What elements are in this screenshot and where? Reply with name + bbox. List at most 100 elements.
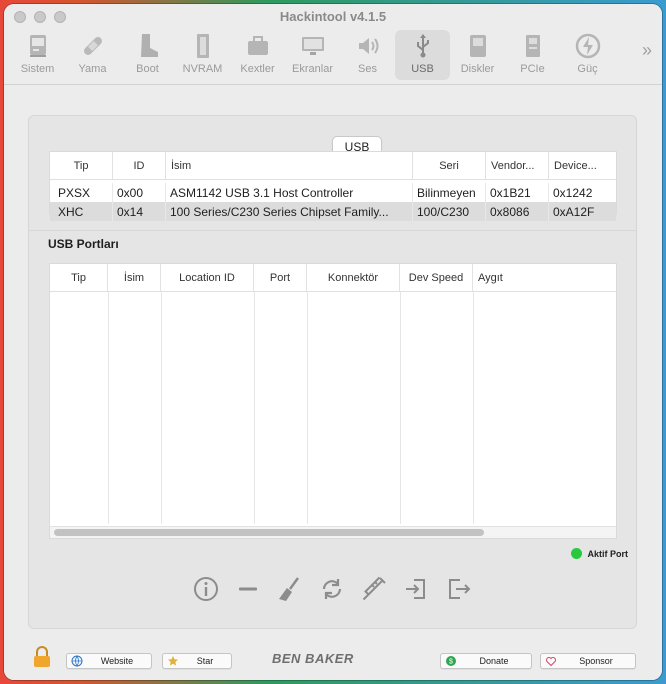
power-bolt-icon	[575, 33, 600, 59]
toolbox-icon	[247, 36, 268, 55]
column-separator	[108, 292, 109, 524]
globe-icon	[71, 655, 83, 667]
tab-yama[interactable]: Yama	[65, 30, 120, 80]
tab-label: Sistem	[20, 63, 55, 75]
tab-label: Ses	[358, 63, 377, 75]
tab-nvram[interactable]: NVRAM	[175, 30, 230, 80]
donate-button[interactable]: $ Donate	[440, 653, 532, 669]
column-header-tip[interactable]: Tip	[50, 152, 113, 179]
column-header-id[interactable]: ID	[113, 152, 166, 179]
section-divider	[28, 230, 636, 231]
cell-seri: 100/C230	[413, 202, 486, 221]
cell-tip: PXSX	[50, 183, 113, 202]
cell-seri: Bilinmeyen	[413, 183, 486, 202]
import-icon[interactable]	[402, 575, 430, 603]
syringe-icon[interactable]	[360, 575, 388, 603]
column-header-dev-speed[interactable]: Dev Speed	[400, 264, 473, 291]
column-header-location-id[interactable]: Location ID	[161, 264, 254, 291]
star-icon	[168, 656, 178, 666]
title-bar: Hackintool v4.1.5 Sistem Yama Boot NVRAM…	[4, 4, 662, 85]
horizontal-scrollbar-thumb[interactable]	[54, 529, 484, 536]
disk-icon	[469, 35, 486, 57]
pcie-card-icon	[525, 35, 540, 57]
broom-icon[interactable]	[276, 575, 304, 603]
sponsor-button[interactable]: Sponsor	[540, 653, 636, 669]
column-header-konnektor[interactable]: Konnektör	[307, 264, 400, 291]
website-label: Website	[100, 656, 134, 666]
toolbar: Sistem Yama Boot NVRAM Kextler Ekranlar	[10, 30, 615, 80]
usb-controllers-table: Tip ID İsim Seri Vendor... Device... PXS…	[49, 151, 617, 221]
usb-icon	[416, 34, 429, 58]
bandage-icon	[83, 37, 102, 55]
column-separator	[307, 292, 308, 524]
tab-guc[interactable]: Güç	[560, 30, 615, 80]
column-separator	[161, 292, 162, 524]
main-content: USB Tip ID İsim Seri Vendor... Device...…	[4, 85, 662, 680]
legend-label: Aktif Port	[587, 548, 629, 559]
column-header-vendor[interactable]: Vendor...	[486, 152, 549, 179]
column-header-device[interactable]: Device...	[549, 152, 616, 179]
cell-vendor: 0x8086	[486, 202, 549, 221]
tab-pcie[interactable]: PCIe	[505, 30, 560, 80]
column-header-seri[interactable]: Seri	[413, 152, 486, 179]
column-header-port[interactable]: Port	[254, 264, 307, 291]
boot-icon	[140, 34, 158, 57]
tab-ses[interactable]: Ses	[340, 30, 395, 80]
cell-id: 0x00	[113, 183, 166, 202]
table-header: Tip ID İsim Seri Vendor... Device...	[50, 152, 616, 180]
speaker-icon	[358, 38, 378, 54]
star-button[interactable]: Star	[162, 653, 232, 669]
sponsor-label: Sponsor	[579, 656, 613, 666]
tab-sistem[interactable]: Sistem	[10, 30, 65, 80]
column-header-tip[interactable]: Tip	[50, 264, 108, 291]
heart-icon	[546, 657, 556, 667]
cell-device: 0xA12F	[553, 204, 595, 219]
monitor-icon	[301, 37, 324, 55]
dollar-icon: $	[446, 656, 456, 666]
ben-baker-logo: BEN BAKER	[272, 651, 354, 666]
tab-label: Güç	[577, 63, 598, 75]
memory-chip-icon	[196, 34, 209, 58]
toolbar-overflow-button[interactable]: »	[642, 40, 652, 61]
tab-label: Boot	[136, 63, 159, 75]
column-header-isim[interactable]: İsim	[166, 152, 413, 179]
table-header: Tip İsim Location ID Port Konnektör Dev …	[50, 264, 616, 292]
tab-label: PCIe	[520, 63, 545, 75]
website-button[interactable]: Website	[66, 653, 152, 669]
tab-label: USB	[411, 63, 434, 75]
lock-icon[interactable]	[32, 646, 52, 668]
active-port-dot	[570, 548, 582, 559]
app-window: Hackintool v4.1.5 Sistem Yama Boot NVRAM…	[4, 4, 662, 680]
tab-label: Yama	[78, 63, 107, 75]
horizontal-scroll-track[interactable]	[50, 526, 616, 538]
column-header-isim[interactable]: İsim	[108, 264, 161, 291]
column-header-aygit[interactable]: Aygıt	[473, 264, 613, 291]
usb-ports-title: USB Portları	[48, 237, 119, 251]
column-separator	[473, 292, 474, 524]
info-icon[interactable]	[192, 575, 220, 603]
table-row-selected[interactable]: XHC 0x14 100 Series/C230 Series Chipset …	[50, 202, 616, 221]
tab-label: NVRAM	[182, 63, 223, 75]
cell-tip: XHC	[50, 202, 113, 221]
minus-icon[interactable]	[234, 575, 262, 603]
tab-label: Diskler	[460, 63, 495, 75]
tab-boot[interactable]: Boot	[120, 30, 175, 80]
cell-isim: ASM1142 USB 3.1 Host Controller	[166, 183, 413, 202]
cell-device: 0x1242	[553, 185, 593, 200]
tab-usb[interactable]: USB	[395, 30, 450, 80]
cell-vendor: 0x1B21	[486, 183, 549, 202]
action-toolbar	[192, 575, 472, 603]
export-icon[interactable]	[444, 575, 472, 603]
usb-ports-table: Tip İsim Location ID Port Konnektör Dev …	[49, 263, 617, 539]
star-label: Star	[196, 656, 214, 666]
computer-icon	[29, 35, 46, 57]
tab-diskler[interactable]: Diskler	[450, 30, 505, 80]
refresh-icon[interactable]	[318, 575, 346, 603]
tab-label: Ekranlar	[292, 63, 333, 75]
table-row[interactable]: PXSX 0x00 ASM1142 USB 3.1 Host Controlle…	[50, 183, 616, 202]
cell-id: 0x14	[113, 202, 166, 221]
tab-kextler[interactable]: Kextler	[230, 30, 285, 80]
column-separator	[254, 292, 255, 524]
column-separator	[400, 292, 401, 524]
tab-ekranlar[interactable]: Ekranlar	[285, 30, 340, 80]
